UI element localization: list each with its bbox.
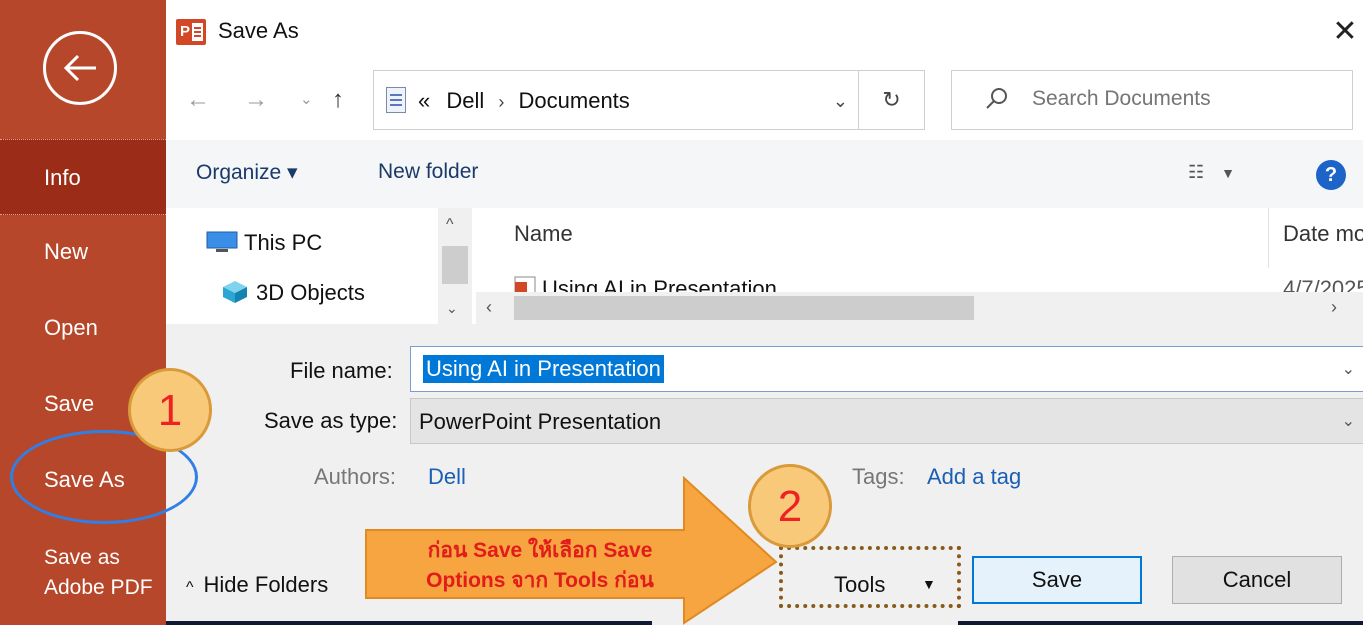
details-view-icon: ☷	[1188, 162, 1205, 182]
file-browser: This PC 3D Objects ^ ⌄ Name Date modifie…	[166, 208, 1363, 324]
save-button[interactable]: Save	[972, 556, 1142, 604]
scroll-left-icon[interactable]: ‹	[486, 297, 492, 318]
navigation-pane: This PC 3D Objects ^ ⌄	[166, 208, 476, 324]
forward-nav-icon[interactable]: →	[244, 86, 268, 114]
dialog-toolbar: Organize ▾ New folder ☷ ▼ ?	[166, 140, 1363, 208]
sidebar-item-info[interactable]: Info	[0, 139, 166, 215]
step-badge-1: 1	[128, 368, 212, 452]
up-arrow-icon[interactable]: ↑	[332, 86, 344, 114]
close-icon: ✕	[1332, 15, 1358, 48]
step-badge-2: 2	[748, 464, 832, 548]
back-arrow-icon	[63, 54, 96, 82]
scroll-down-icon[interactable]: ⌄	[446, 300, 458, 317]
dialog-titlebar: P Save As ✕	[166, 0, 1363, 64]
column-divider[interactable]	[1268, 208, 1269, 268]
recent-chevron[interactable]: «	[418, 88, 430, 113]
file-name-input[interactable]: Using AI in Presentation ⌄	[410, 346, 1363, 392]
file-name: Using AI in Presentation	[542, 276, 777, 292]
organize-button[interactable]: Organize ▾	[196, 160, 298, 185]
search-box[interactable]	[951, 70, 1353, 130]
file-name-value: Using AI in Presentation	[423, 355, 664, 383]
file-list: Name Date modified Using AI in Presentat…	[476, 208, 1363, 324]
horizontal-scrollbar[interactable]: ‹ ›	[476, 292, 1363, 324]
nav-item-label: This PC	[244, 230, 323, 255]
sidebar-item-open[interactable]: Open	[0, 313, 166, 343]
chevron-down-icon[interactable]: ⌄	[1342, 411, 1355, 431]
nav-scrollbar[interactable]: ^ ⌄	[438, 208, 472, 324]
recent-locations-icon[interactable]: ⌄	[300, 90, 313, 108]
search-icon	[986, 88, 1007, 109]
nav-item-3d-objects[interactable]: 3D Objects	[222, 280, 365, 306]
tools-button[interactable]: Tools ▼	[788, 562, 952, 608]
chevron-up-icon: ^	[186, 579, 194, 596]
column-header-date[interactable]: Date modified	[1283, 221, 1363, 247]
address-segment-documents[interactable]: Documents	[519, 88, 630, 113]
path-separator-icon: ›	[498, 92, 505, 112]
powerpoint-icon: P	[176, 19, 206, 45]
close-button[interactable]: ✕	[1327, 12, 1363, 52]
search-input[interactable]	[1032, 87, 1332, 111]
callout-line-1: ก่อน Save ให้เลือก Save	[427, 539, 653, 562]
address-segment-dell[interactable]: Dell	[436, 88, 484, 113]
hide-folders-label: Hide Folders	[203, 572, 329, 597]
backstage-sidebar: Info New Open Save Save As Save as Adobe…	[0, 0, 166, 625]
document-folder-icon	[386, 87, 406, 113]
dialog-title: Save As	[218, 18, 299, 43]
file-row[interactable]: Using AI in Presentation	[514, 276, 777, 292]
hide-folders-button[interactable]: ^ Hide Folders	[186, 572, 328, 598]
nav-item-label: 3D Objects	[256, 280, 365, 305]
cancel-button[interactable]: Cancel	[1172, 556, 1342, 604]
tools-label: Tools	[834, 572, 886, 597]
column-header-name[interactable]: Name	[514, 221, 573, 247]
new-folder-button[interactable]: New folder	[378, 160, 478, 184]
app-icon-letter: P	[180, 23, 191, 40]
scroll-thumb-horizontal[interactable]	[514, 296, 974, 320]
chevron-down-icon: ▼	[1221, 165, 1236, 181]
back-nav-icon[interactable]: ←	[186, 86, 210, 114]
file-date: 4/7/2025	[1283, 276, 1363, 292]
chevron-down-icon[interactable]: ⌄	[1342, 359, 1355, 379]
nav-item-this-pc[interactable]: This PC	[206, 230, 322, 256]
view-options-button[interactable]: ☷ ▼	[1188, 162, 1235, 183]
tags-value[interactable]: Add a tag	[927, 464, 1021, 490]
chevron-down-icon: ▼	[922, 576, 936, 592]
sidebar-item-new[interactable]: New	[0, 237, 166, 267]
address-dropdown-icon[interactable]: ⌄	[833, 91, 848, 112]
tags-label: Tags:	[852, 464, 905, 489]
scroll-right-icon[interactable]: ›	[1331, 297, 1337, 318]
sidebar-item-save-as-pdf[interactable]: Save as Adobe PDF	[0, 543, 166, 603]
callout-text: ก่อน Save ให้เลือก Save Options จาก Tool…	[370, 536, 710, 596]
back-button[interactable]	[43, 31, 117, 105]
scroll-up-icon[interactable]: ^	[446, 216, 454, 234]
computer-icon	[206, 231, 238, 252]
pptx-file-icon	[514, 276, 536, 292]
save-type-select[interactable]: PowerPoint Presentation ⌄	[410, 398, 1363, 444]
save-type-value: PowerPoint Presentation	[419, 409, 662, 434]
save-type-label: Save as type:	[264, 408, 398, 433]
help-icon[interactable]: ?	[1316, 160, 1346, 190]
address-path: « Dell › Documents	[418, 88, 630, 114]
refresh-button[interactable]: ↻	[858, 71, 924, 129]
navigation-row: ← → ⌄ ↑ « Dell › Documents ⌄ ↻	[166, 64, 1363, 140]
address-bar[interactable]: « Dell › Documents ⌄ ↻	[373, 70, 925, 130]
cube-icon	[223, 281, 247, 303]
file-name-label: File name:	[290, 358, 393, 383]
refresh-icon: ↻	[882, 87, 901, 112]
callout-line-2: Options จาก Tools ก่อน	[426, 569, 654, 592]
scroll-thumb[interactable]	[442, 246, 468, 284]
